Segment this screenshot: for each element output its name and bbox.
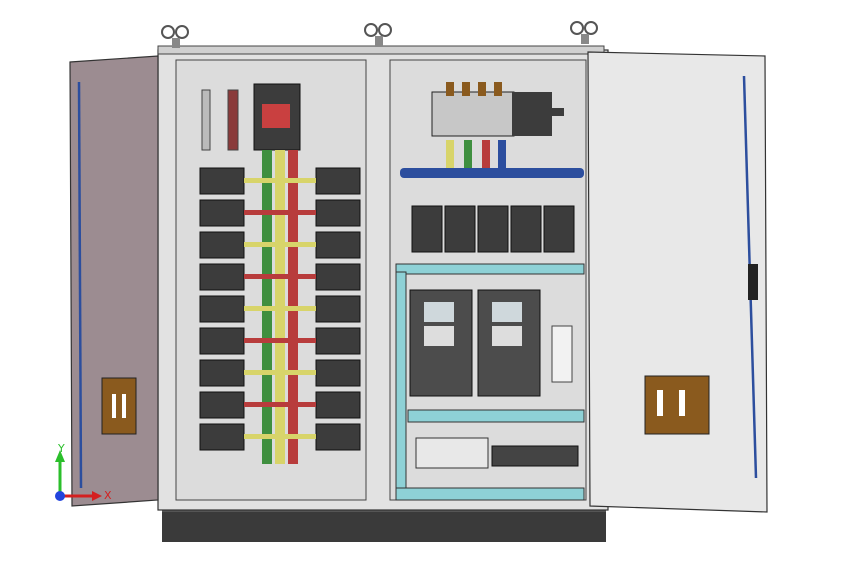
breaker [199, 199, 245, 227]
vfd-2 [477, 289, 541, 397]
breaker [315, 199, 361, 227]
small-breaker [477, 205, 509, 253]
busbar-link [244, 178, 316, 183]
busbar-link [244, 274, 316, 279]
cad-viewport[interactable]: Y X [0, 0, 867, 562]
breaker [315, 327, 361, 355]
left-door [69, 55, 159, 507]
breaker [315, 167, 361, 195]
door-lock-icon [101, 377, 137, 435]
breaker [315, 295, 361, 323]
breaker [199, 359, 245, 387]
small-breaker [444, 205, 476, 253]
breaker [199, 295, 245, 323]
busbar-link [244, 242, 316, 247]
transfer-switch [431, 91, 515, 137]
lifting-eye-icon [570, 21, 598, 44]
breaker [199, 231, 245, 259]
breaker [315, 231, 361, 259]
busbar-link [244, 370, 316, 375]
lifting-eye-icon [161, 25, 189, 48]
horizontal-busbar [400, 168, 584, 178]
cabinet-model: Y X [55, 21, 768, 542]
small-breaker [510, 205, 542, 253]
breaker [199, 263, 245, 291]
breaker [199, 327, 245, 355]
small-breaker [543, 205, 575, 253]
vfd-1 [409, 289, 473, 397]
breaker [315, 359, 361, 387]
y-axis-label: Y [57, 442, 65, 455]
plc-module [415, 437, 489, 469]
cabinet-plinth [162, 508, 606, 542]
busbar-link [244, 402, 316, 407]
breaker [199, 423, 245, 451]
breaker [199, 167, 245, 195]
door-lock-icon [644, 375, 710, 435]
lifting-eye-icon [364, 23, 392, 46]
busbar-link [244, 338, 316, 343]
busbar-link [244, 210, 316, 215]
breaker [199, 391, 245, 419]
x-axis-label: X [104, 489, 112, 502]
busbar-link [244, 306, 316, 311]
right-door [587, 51, 768, 513]
busbar-link [244, 434, 316, 439]
breaker [315, 423, 361, 451]
breaker [315, 391, 361, 419]
small-breaker [411, 205, 443, 253]
breaker [315, 263, 361, 291]
